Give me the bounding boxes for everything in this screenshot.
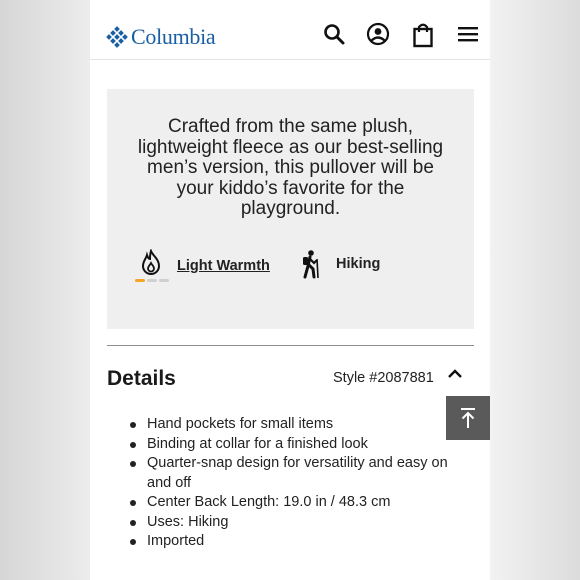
columbia-diamond-icon	[106, 26, 128, 48]
warmth-segment-empty	[147, 279, 157, 282]
flame-icon	[141, 248, 161, 275]
feature-label-light-warmth[interactable]: Light Warmth	[177, 258, 270, 274]
logo-text: Columbia	[131, 24, 216, 49]
details-heading[interactable]: Details	[107, 367, 176, 391]
list-item: Quarter-snap design for versatility and …	[130, 454, 450, 493]
menu-icon[interactable]	[456, 22, 482, 50]
background-left	[0, 0, 90, 580]
scroll-to-top-button[interactable]	[446, 396, 490, 440]
feature-label-hiking: Hiking	[336, 256, 381, 272]
search-icon[interactable]	[322, 22, 348, 50]
product-page: Columbia Crafted from the same plush, li…	[90, 0, 490, 580]
chevron-up-icon[interactable]	[446, 367, 464, 381]
section-divider	[107, 345, 474, 346]
arrow-up-to-top-icon	[461, 408, 475, 428]
warmth-rating-bar	[135, 279, 169, 282]
list-item: Uses: Hiking	[130, 513, 450, 533]
account-icon[interactable]	[366, 22, 392, 50]
hiker-icon	[303, 250, 319, 279]
details-list: Hand pockets for small items Binding at …	[130, 415, 450, 552]
list-item: Imported	[130, 532, 450, 552]
background-right	[490, 0, 580, 580]
list-item: Binding at collar for a finished look	[130, 435, 450, 455]
shopping-bag-icon[interactable]	[412, 22, 438, 50]
warmth-segment-filled	[135, 279, 145, 282]
feature-hiking: Hiking	[300, 249, 380, 279]
columbia-logo[interactable]: Columbia	[106, 22, 216, 52]
site-header: Columbia	[90, 0, 490, 60]
list-item: Hand pockets for small items	[130, 415, 450, 435]
list-item: Center Back Length: 19.0 in / 48.3 cm	[130, 493, 450, 513]
warmth-segment-empty	[159, 279, 169, 282]
flame-icon-wrap	[135, 248, 169, 282]
product-highlight-panel: Crafted from the same plush, lightweight…	[107, 89, 474, 329]
feature-light-warmth[interactable]: Light Warmth	[135, 248, 270, 282]
style-number: Style #2087881	[333, 370, 434, 386]
product-description: Crafted from the same plush, lightweight…	[137, 116, 444, 219]
